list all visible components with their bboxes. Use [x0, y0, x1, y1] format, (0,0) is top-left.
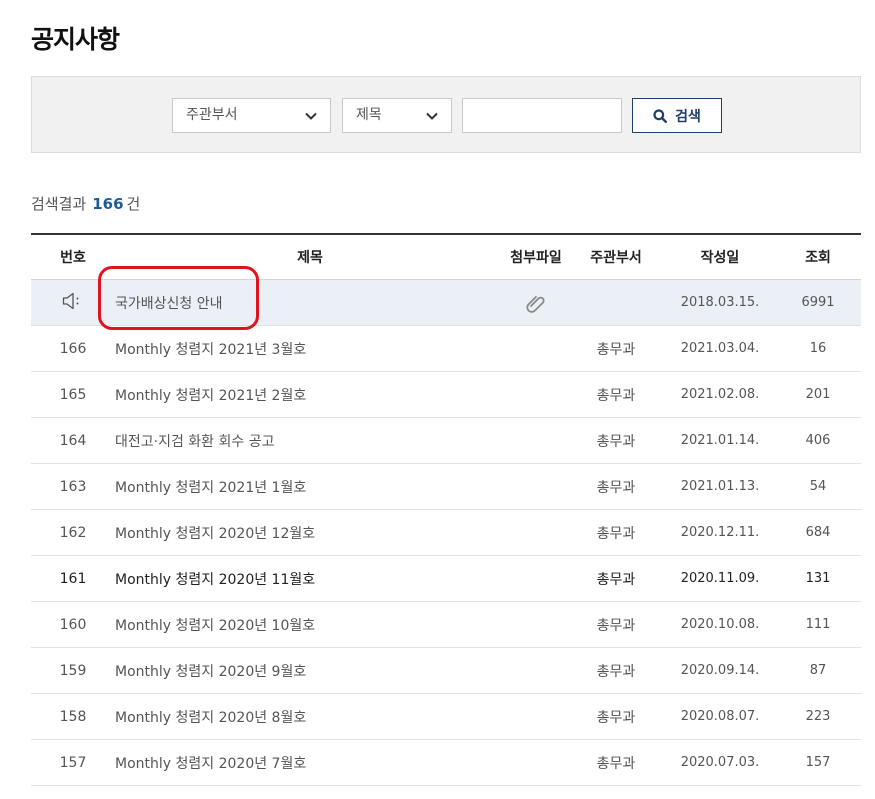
row-date: 2020.12.11. [680, 525, 760, 540]
header-dept: 주관부서 [590, 250, 642, 266]
row-num: 164 [59, 432, 87, 449]
row-title-link[interactable]: Monthly 청렴지 2020년 7월호 [115, 753, 505, 773]
row-views: 111 [805, 617, 831, 632]
row-dept: 총무과 [596, 479, 636, 496]
result-number: 166 [92, 195, 124, 213]
row-num: 160 [59, 616, 87, 633]
row-num: 166 [59, 340, 87, 357]
row-dept: 총무과 [596, 387, 636, 404]
table-row[interactable]: 166 Monthly 청렴지 2021년 3월호 총무과 2021.03.04… [31, 326, 861, 372]
row-title-link[interactable]: Monthly 청렴지 2021년 1월호 [115, 477, 505, 497]
field-select-value: 제목 [356, 107, 382, 123]
row-views: 684 [805, 525, 831, 540]
row-views: 16 [809, 341, 827, 356]
row-dept: 총무과 [596, 663, 636, 680]
chevron-down-icon [426, 112, 438, 120]
paperclip-icon [526, 295, 545, 313]
header-file: 첨부파일 [510, 250, 562, 266]
row-num: 162 [59, 524, 87, 541]
row-title-link[interactable]: Monthly 청렴지 2021년 2월호 [115, 385, 505, 405]
header-num: 번호 [60, 250, 86, 266]
result-count: 검색결과 166 건 [31, 193, 140, 214]
megaphone-icon [62, 292, 79, 309]
row-dept: 총무과 [596, 709, 636, 726]
row-num: 157 [59, 754, 87, 771]
result-label: 검색결과 [31, 195, 87, 213]
dept-select[interactable]: 주관부서 [172, 98, 331, 133]
attachment-cell[interactable] [505, 293, 567, 313]
table-row[interactable]: 164 대전고·지검 화환 회수 공고 총무과 2021.01.14. 406 [31, 418, 861, 464]
header-title: 제목 [297, 250, 323, 266]
row-date: 2021.01.14. [680, 433, 760, 448]
search-panel: 주관부서 제목 검색 [31, 76, 861, 153]
notice-row[interactable]: 국가배상신청 안내 2018.03.15. 6991 [31, 280, 861, 326]
row-views: 87 [809, 663, 827, 678]
table-row[interactable]: 162 Monthly 청렴지 2020년 12월호 총무과 2020.12.1… [31, 510, 861, 556]
chevron-down-icon [305, 112, 317, 120]
search-button-label: 검색 [675, 108, 701, 125]
row-views: 223 [805, 709, 831, 724]
notice-date: 2018.03.15. [680, 295, 760, 310]
notice-title-link[interactable]: 국가배상신청 안내 [115, 293, 505, 313]
result-unit: 건 [126, 195, 141, 213]
table-row[interactable]: 157 Monthly 청렴지 2020년 7월호 총무과 2020.07.03… [31, 740, 861, 786]
page-title: 공지사항 [31, 25, 120, 54]
row-title-link[interactable]: Monthly 청렴지 2021년 3월호 [115, 339, 505, 359]
table-row[interactable]: 165 Monthly 청렴지 2021년 2월호 총무과 2021.02.08… [31, 372, 861, 418]
notice-views: 6991 [801, 295, 835, 310]
row-date: 2021.01.13. [680, 479, 760, 494]
search-icon [653, 108, 668, 123]
row-views: 406 [805, 433, 831, 448]
search-button[interactable]: 검색 [632, 98, 722, 133]
row-num: 165 [59, 386, 87, 403]
table-row[interactable]: 159 Monthly 청렴지 2020년 9월호 총무과 2020.09.14… [31, 648, 861, 694]
row-views: 201 [805, 387, 831, 402]
row-dept: 총무과 [596, 525, 636, 542]
row-dept: 총무과 [596, 617, 636, 634]
row-title-link[interactable]: Monthly 청렴지 2020년 10월호 [115, 615, 505, 635]
row-date: 2020.10.08. [680, 617, 760, 632]
notice-board-table: 번호 제목 첨부파일 주관부서 작성일 조회 국가배상신청 안내 2018.03… [31, 233, 861, 786]
row-date: 2020.09.14. [680, 663, 760, 678]
row-num: 159 [59, 662, 87, 679]
table-row[interactable]: 163 Monthly 청렴지 2021년 1월호 총무과 2021.01.13… [31, 464, 861, 510]
header-date: 작성일 [700, 250, 740, 266]
row-title-link[interactable]: Monthly 청렴지 2020년 12월호 [115, 523, 505, 543]
notice-marker [31, 292, 115, 314]
table-row[interactable]: 160 Monthly 청렴지 2020년 10월호 총무과 2020.10.0… [31, 602, 861, 648]
row-dept: 총무과 [596, 571, 636, 588]
row-date: 2020.08.07. [680, 709, 760, 724]
row-dept: 총무과 [596, 755, 636, 772]
search-input[interactable] [462, 98, 622, 133]
row-dept: 총무과 [596, 341, 636, 358]
dept-select-value: 주관부서 [186, 107, 238, 123]
table-row[interactable]: 158 Monthly 청렴지 2020년 8월호 총무과 2020.08.07… [31, 694, 861, 740]
row-views: 54 [809, 479, 827, 494]
header-views: 조회 [805, 250, 831, 266]
row-num: 163 [59, 478, 87, 495]
row-date: 2021.02.08. [680, 387, 760, 402]
table-row[interactable]: 161 Monthly 청렴지 2020년 11월호 총무과 2020.11.0… [31, 556, 861, 602]
row-title-link[interactable]: Monthly 청렴지 2020년 8월호 [115, 707, 505, 727]
row-date: 2020.07.03. [680, 755, 760, 770]
row-num: 158 [59, 708, 87, 725]
row-title-link[interactable]: Monthly 청렴지 2020년 9월호 [115, 661, 505, 681]
row-views: 131 [805, 571, 831, 586]
row-dept: 총무과 [596, 433, 636, 450]
row-num: 161 [59, 570, 87, 587]
row-title-link[interactable]: Monthly 청렴지 2020년 11월호 [115, 569, 505, 589]
row-views: 157 [805, 755, 831, 770]
row-date: 2020.11.09. [680, 571, 760, 586]
table-header: 번호 제목 첨부파일 주관부서 작성일 조회 [31, 233, 861, 280]
row-title-link[interactable]: 대전고·지검 화환 회수 공고 [115, 431, 505, 451]
row-date: 2021.03.04. [680, 341, 760, 356]
field-select[interactable]: 제목 [342, 98, 452, 133]
